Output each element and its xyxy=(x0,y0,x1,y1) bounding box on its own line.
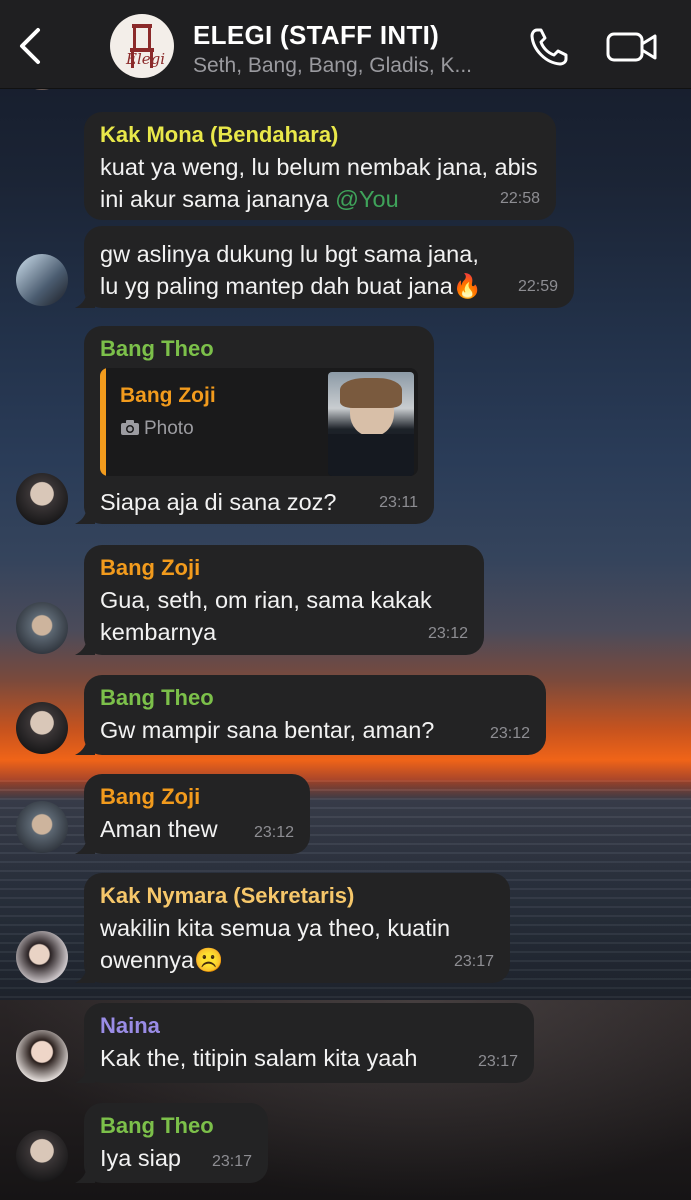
bubble-tail xyxy=(75,635,95,655)
message-time: 23:12 xyxy=(253,824,294,841)
sender-name: Bang Zoji xyxy=(100,784,201,809)
avatar[interactable] xyxy=(16,931,68,983)
avatar[interactable] xyxy=(16,473,68,525)
chat-header: Elegi ELEGI (STAFF INTI) Seth, Bang, Ban… xyxy=(0,0,691,89)
message-bubble[interactable]: Bang Zoji Aman thew 23:12 xyxy=(75,774,310,854)
message-text: gw aslinya dukung lu bgt sama jana, lu y… xyxy=(100,241,483,299)
bubble-tail xyxy=(75,504,95,524)
sender-name: Bang Theo xyxy=(100,1113,214,1138)
back-arrow-icon[interactable] xyxy=(14,26,46,66)
group-members[interactable]: Seth, Bang, Bang, Gladis, K... xyxy=(193,54,472,78)
sender-name: Kak Mona (Bendahara) xyxy=(100,122,339,147)
message-time: 23:12 xyxy=(427,625,468,642)
reply-bar xyxy=(100,368,106,476)
sender-name: Bang Zoji xyxy=(100,555,201,580)
reply-photo-thumbnail xyxy=(328,372,414,476)
group-logo-text: Elegi xyxy=(126,50,166,68)
message-time: 23:17 xyxy=(477,1053,518,1070)
sender-name: Bang Theo xyxy=(100,685,214,710)
bubble-tail xyxy=(75,1163,95,1183)
avatar[interactable] xyxy=(16,1030,68,1082)
message-bubble[interactable]: Bang Theo Iya siap 23:17 xyxy=(75,1103,268,1183)
bubble-tail xyxy=(75,735,95,755)
message-time: 23:12 xyxy=(489,725,530,742)
camera-icon xyxy=(121,420,139,435)
message-text: wakilin kita semua ya theo, kuatin owenn… xyxy=(100,915,451,973)
message-text: Gua, seth, om rian, sama kakak kembarnya xyxy=(100,587,432,645)
chair-logo-icon xyxy=(130,24,154,68)
message-text: Gw mampir sana bentar, aman? xyxy=(100,717,435,743)
video-call-icon[interactable] xyxy=(606,30,658,64)
bubble-tail xyxy=(75,1063,95,1083)
message-time: 22:59 xyxy=(517,278,558,295)
message-time: 22:58 xyxy=(499,190,540,207)
message-bubble[interactable]: Naina Kak the, titipin salam kita yaah 2… xyxy=(75,1003,534,1083)
message-time: 23:17 xyxy=(211,1153,252,1170)
message-bubble[interactable]: Bang Theo Gw mampir sana bentar, aman? 2… xyxy=(75,675,546,755)
message-bubble[interactable]: Bang Theo Bang Zoji Photo Siapa aja di s… xyxy=(75,326,434,524)
sender-name: Bang Theo xyxy=(100,336,214,361)
message-bubble[interactable]: Kak Mona (Bendahara) kuat ya weng, lu be… xyxy=(84,112,556,220)
group-title[interactable]: ELEGI (STAFF INTI) xyxy=(193,20,439,51)
message-text: Kak the, titipin salam kita yaah xyxy=(100,1045,418,1071)
message-bubble[interactable]: Kak Nymara (Sekretaris) wakilin kita sem… xyxy=(75,873,510,983)
message-time: 23:11 xyxy=(379,494,418,511)
message-bubble[interactable]: gw aslinya dukung lu bgt sama jana, lu y… xyxy=(75,226,574,308)
avatar[interactable] xyxy=(16,602,68,654)
message-text: Siapa aja di sana zoz? xyxy=(100,489,337,515)
bubble-tail xyxy=(75,288,95,308)
mention-link[interactable]: @You xyxy=(335,186,399,212)
message-time: 23:17 xyxy=(453,953,494,970)
bubble-tail xyxy=(75,834,95,854)
avatar[interactable] xyxy=(16,254,68,306)
avatar[interactable] xyxy=(16,801,68,853)
sender-name: Naina xyxy=(100,1013,160,1038)
avatar[interactable] xyxy=(16,702,68,754)
bubble-tail xyxy=(75,963,95,983)
reply-preview[interactable]: Bang Zoji Photo xyxy=(100,368,418,476)
sender-name: Kak Nymara (Sekretaris) xyxy=(100,883,355,908)
message-bubble[interactable]: Bang Zoji Gua, seth, om rian, sama kakak… xyxy=(75,545,484,655)
reply-type: Photo xyxy=(120,418,194,440)
avatar[interactable] xyxy=(16,1130,68,1182)
phone-call-icon[interactable] xyxy=(528,26,570,68)
group-avatar[interactable]: Elegi xyxy=(110,14,174,78)
reply-sender: Bang Zoji xyxy=(120,384,216,407)
message-text: kuat ya weng, lu belum nembak jana, abis… xyxy=(100,154,538,212)
